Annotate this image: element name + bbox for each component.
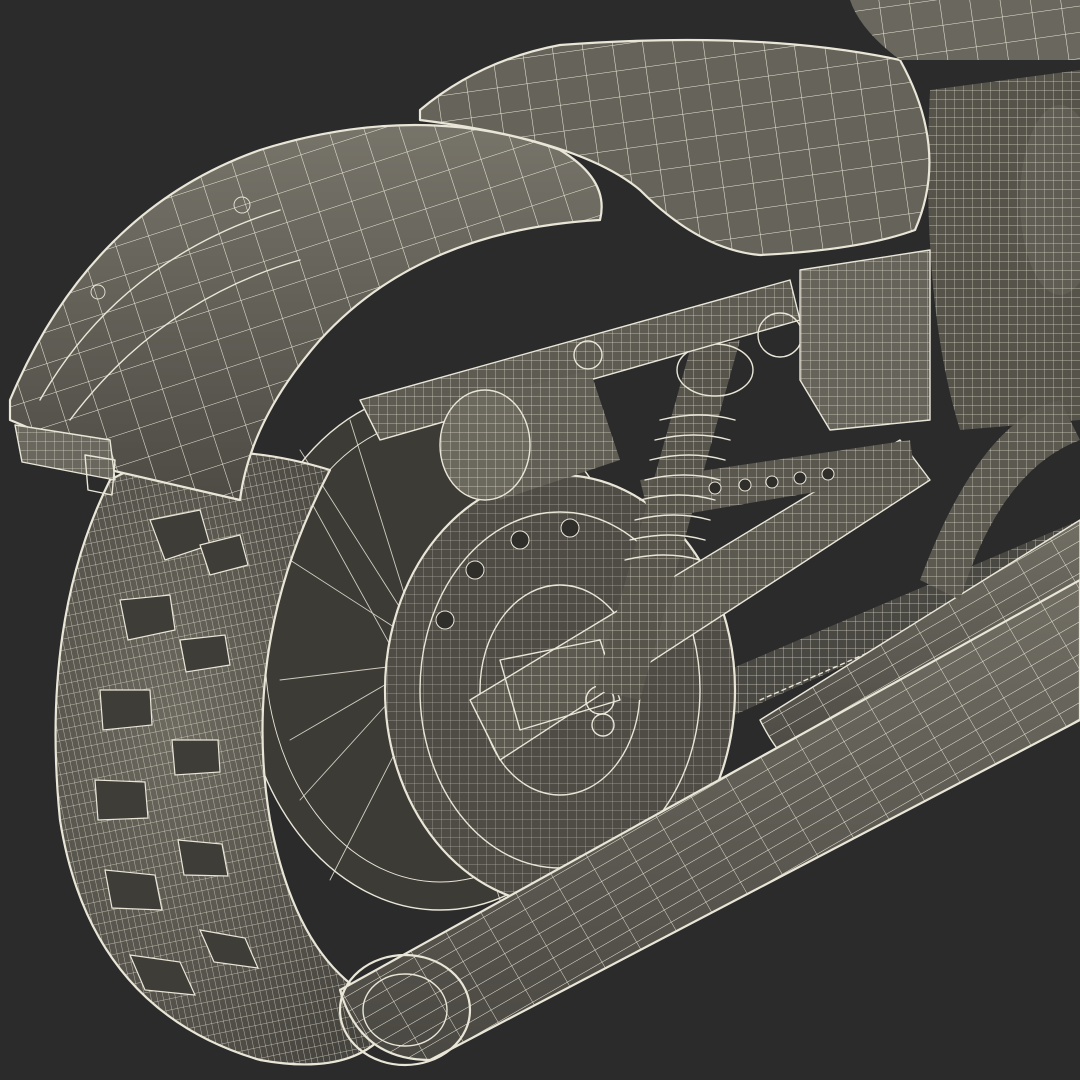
engine-block-icon	[928, 70, 1080, 430]
frame-rail	[359, 249, 931, 441]
render-viewport	[0, 0, 1080, 1080]
wireframe-render	[8, 0, 1080, 1067]
